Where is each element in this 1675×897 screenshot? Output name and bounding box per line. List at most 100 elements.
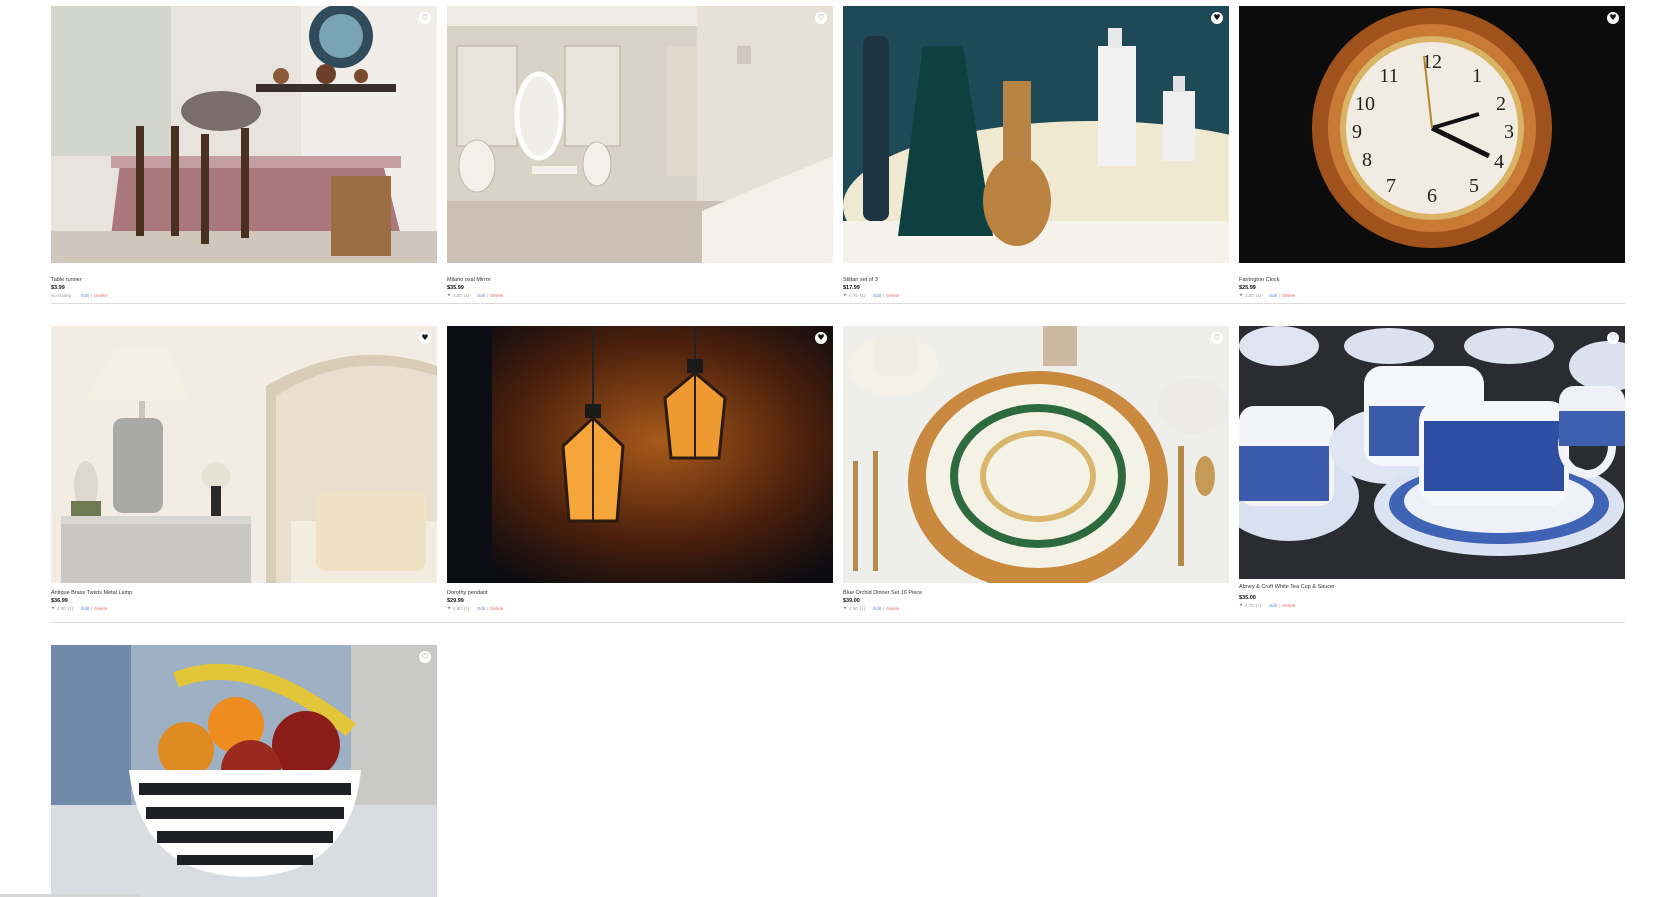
rating-row: ★ 4.70 (1) Edit | Delete [1239, 602, 1625, 609]
edit-link[interactable]: Edit [81, 605, 89, 612]
edit-link[interactable]: Edit [873, 292, 881, 299]
separator: | [1279, 293, 1281, 298]
rating-row: ★ 4.75 (1) Edit | Delete [843, 292, 1229, 299]
product-meta: Farrington Clock $25.99 ★ 3.00 (1) Edit … [1239, 277, 1625, 299]
rating-value: 3.00 [1245, 293, 1254, 298]
svg-text:8: 8 [1362, 149, 1372, 171]
rating-count: (1) [463, 606, 470, 611]
svg-text:11: 11 [1379, 65, 1398, 87]
svg-text:5: 5 [1469, 175, 1479, 197]
rating-value: 4.60 [453, 606, 462, 611]
product-name[interactable]: Antique Brass Twists Metal Lamp [51, 590, 437, 597]
separator: | [90, 293, 92, 298]
favorite-heart-icon[interactable]: ♡ [419, 651, 431, 663]
separator: | [487, 293, 489, 298]
rating-value: 4.00 [57, 606, 66, 611]
star-icon: ★ [843, 293, 848, 298]
star-icon: ★ [843, 606, 848, 611]
edit-link[interactable]: Edit [1269, 602, 1277, 609]
svg-text:1: 1 [1472, 65, 1482, 87]
product-image-blue-orchid-dinner-set[interactable]: ♡ [843, 326, 1229, 583]
rating-row: ★ 3.00 (1) Edit | Delete [1239, 292, 1625, 299]
separator: | [883, 293, 885, 298]
product-name[interactable]: Milano oval Mirror [447, 277, 833, 284]
delete-link[interactable]: Delete [886, 292, 899, 299]
delete-link[interactable]: Delete [886, 605, 899, 612]
favorite-heart-icon[interactable]: ♥ [1211, 12, 1223, 24]
rating-count: (1) [859, 606, 866, 611]
product-price: $3.99 [51, 285, 65, 291]
rating-count: (1) [1255, 603, 1262, 608]
favorite-heart-icon[interactable]: ♡ [1607, 332, 1619, 344]
row-divider [51, 622, 1625, 623]
product-name[interactable]: Blue Orchid Dinner Set 16 Piece [843, 590, 1229, 597]
product-name[interactable]: Dorothy pendant [447, 590, 833, 597]
product-meta: Stiltan set of 3 $17.99 ★ 4.75 (1) Edit … [843, 277, 1229, 299]
delete-link[interactable]: Delete [490, 292, 503, 299]
star-icon: ★ [51, 606, 56, 611]
product-image-tea-cup-saucer[interactable]: ♡ [1239, 326, 1625, 579]
svg-text:9: 9 [1352, 121, 1362, 143]
edit-link[interactable]: Edit [1269, 292, 1277, 299]
product-meta: Dorothy pendant $29.99 ★ 4.60 (1) Edit |… [447, 590, 833, 612]
product-name[interactable]: Stiltan set of 3 [843, 277, 1229, 284]
edit-link[interactable]: Edit [477, 292, 485, 299]
product-image-farrington-clock[interactable]: 12 1 2 345 678 9 10 11 ♥ [1239, 6, 1625, 263]
product-image-table-runner[interactable]: ♡ [51, 6, 437, 263]
svg-text:10: 10 [1355, 93, 1375, 115]
rating-row: ★ 4.50 (1) Edit | Delete [843, 605, 1229, 612]
favorite-heart-icon[interactable]: ♥ [419, 332, 431, 344]
rating-count: (1) [463, 293, 470, 298]
product-image-stiltan-set[interactable]: ♥ [843, 6, 1229, 263]
product-price: $35.00 [1239, 595, 1256, 601]
favorite-heart-icon[interactable]: ♥ [815, 332, 827, 344]
delete-link[interactable]: Delete [490, 605, 503, 612]
product-price: $35.99 [447, 285, 464, 291]
separator: | [91, 606, 93, 611]
product-price: $25.99 [1239, 285, 1256, 291]
svg-text:6: 6 [1427, 185, 1437, 207]
delete-link[interactable]: Delete [1282, 292, 1295, 299]
rating-row: No Rating Edit | Delete [51, 292, 437, 299]
product-name[interactable]: Table runner [51, 277, 437, 284]
product-price: $29.99 [447, 598, 464, 604]
rating-value: No Rating [51, 293, 72, 298]
rating-row: ★ 4.00 (1) Edit | Delete [51, 605, 437, 612]
separator: | [487, 606, 489, 611]
svg-text:4: 4 [1494, 151, 1504, 173]
product-image-brass-lamp[interactable]: ♥ [51, 326, 437, 583]
edit-link[interactable]: Edit [81, 292, 89, 299]
svg-text:3: 3 [1504, 121, 1514, 143]
product-name[interactable]: Farrington Clock [1239, 277, 1625, 284]
delete-link[interactable]: Delete [1282, 602, 1295, 609]
row-divider [51, 303, 1625, 304]
rating-value: 4.70 [1245, 603, 1254, 608]
star-icon: ★ [1239, 293, 1244, 298]
star-icon: ★ [1239, 603, 1244, 608]
rating-value: 4.00 [453, 293, 462, 298]
favorite-heart-icon[interactable]: ♡ [815, 12, 827, 24]
svg-text:2: 2 [1496, 93, 1506, 115]
rating-row: ★ 4.60 (1) Edit | Delete [447, 605, 833, 612]
product-meta: Abney & Croft White Tea Cup & Saucer $35… [1239, 584, 1625, 609]
svg-text:7: 7 [1386, 175, 1396, 197]
rating-count: (1) [1255, 293, 1262, 298]
product-meta: Antique Brass Twists Metal Lamp $36.99 ★… [51, 590, 437, 612]
rating-row: ★ 4.00 (1) Edit | Delete [447, 292, 833, 299]
edit-link[interactable]: Edit [873, 605, 881, 612]
product-name[interactable]: Abney & Croft White Tea Cup & Saucer [1239, 584, 1625, 591]
product-image-fruit-bowl[interactable]: ♡ [51, 645, 437, 897]
favorite-heart-icon[interactable]: ♥ [1607, 12, 1619, 24]
product-price: $17.99 [843, 285, 860, 291]
separator: | [883, 606, 885, 611]
star-icon: ★ [447, 606, 452, 611]
favorite-heart-icon[interactable]: ♡ [419, 12, 431, 24]
delete-link[interactable]: Delete [94, 292, 107, 299]
product-price: $36.99 [51, 598, 68, 604]
product-meta: Blue Orchid Dinner Set 16 Piece $39.00 ★… [843, 590, 1229, 612]
product-image-dorothy-pendant[interactable]: ♥ [447, 326, 833, 583]
favorite-heart-icon[interactable]: ♡ [1211, 332, 1223, 344]
edit-link[interactable]: Edit [477, 605, 485, 612]
product-image-milano-oval-mirror[interactable]: ♡ [447, 6, 833, 263]
delete-link[interactable]: Delete [94, 605, 107, 612]
